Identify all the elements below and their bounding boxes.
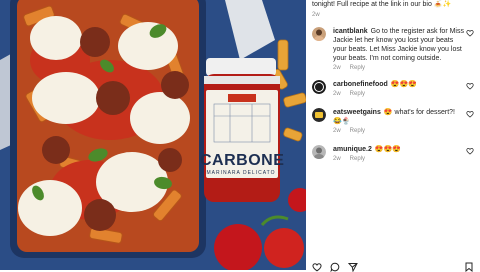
comments-panel: tonight! Full recipe at the link in our …: [306, 0, 480, 272]
comment-body: carbonefinefood 😍😍😍: [333, 80, 465, 89]
comment-meta: 2w Reply: [333, 91, 374, 97]
comment-username[interactable]: icantblank: [333, 28, 368, 35]
comment-username[interactable]: amunique.2: [333, 146, 372, 153]
comment-meta: 2w Reply: [333, 156, 374, 162]
jar-brand-label: CARBONE: [200, 152, 285, 169]
heart-icon[interactable]: [312, 262, 322, 272]
comment-time: 2w: [333, 128, 341, 134]
avatar[interactable]: [312, 27, 326, 41]
avatar[interactable]: [312, 80, 326, 94]
reply-button[interactable]: Reply: [350, 156, 365, 162]
comment-body: eatsweetgains 😍 what's for dessert?! 😂🍨: [333, 108, 465, 126]
heart-icon[interactable]: [466, 29, 474, 37]
post-photo[interactable]: CARBONE MARINARA DELICATO: [0, 0, 306, 270]
comment-time: 2w: [333, 91, 341, 97]
avatar[interactable]: [312, 145, 326, 159]
baked-ziti-photo: [0, 0, 306, 270]
comment-time: 2w: [333, 65, 341, 71]
comment-meta: 2w Reply: [333, 65, 374, 71]
caption-time: 2w: [312, 12, 320, 18]
comment-username[interactable]: carbonefinefood: [333, 81, 388, 88]
reply-button[interactable]: Reply: [350, 91, 365, 97]
reply-button[interactable]: Reply: [350, 128, 365, 134]
comment-body: icantblank Go to the register ask for Mis…: [333, 27, 465, 63]
comment-text: 😍😍😍: [374, 146, 402, 153]
jar-subtitle-label: MARINARA DELICATO: [206, 170, 276, 176]
caption-text: tonight! Full recipe at the link in our …: [312, 1, 452, 8]
heart-icon[interactable]: [466, 110, 474, 118]
comment-meta: 2w Reply: [333, 128, 374, 134]
heart-icon[interactable]: [466, 147, 474, 155]
comment-time: 2w: [333, 156, 341, 162]
comment-body: amunique.2 😍😍😍: [333, 145, 465, 154]
heart-icon[interactable]: [466, 82, 474, 90]
avatar[interactable]: [312, 108, 326, 122]
reply-button[interactable]: Reply: [350, 65, 365, 71]
bookmark-icon[interactable]: [464, 262, 474, 272]
comment-icon[interactable]: [330, 262, 340, 272]
post-action-bar: [306, 262, 480, 272]
comment-username[interactable]: eatsweetgains: [333, 109, 381, 116]
share-icon[interactable]: [348, 262, 358, 272]
comment-text: 😍😍😍: [390, 81, 417, 88]
